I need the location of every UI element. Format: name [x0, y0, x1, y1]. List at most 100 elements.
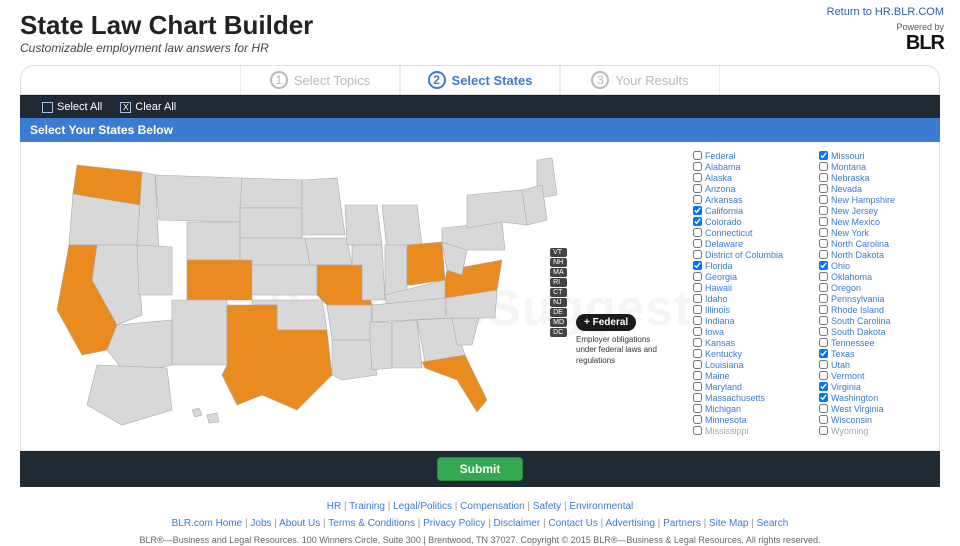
state-checkbox-row[interactable]: Texas — [819, 348, 933, 359]
state-checkbox[interactable] — [819, 195, 828, 204]
small-state-pill[interactable]: RI — [550, 278, 567, 287]
state-checkbox[interactable] — [819, 327, 828, 336]
state-checkbox[interactable] — [819, 283, 828, 292]
state-checkbox[interactable] — [819, 349, 828, 358]
state-checkbox[interactable] — [693, 349, 702, 358]
state-checkbox-row[interactable]: Oklahoma — [819, 271, 933, 282]
state-checkbox[interactable] — [819, 272, 828, 281]
state-checkbox[interactable] — [819, 382, 828, 391]
state-checkbox[interactable] — [693, 404, 702, 413]
state-checkbox-row[interactable]: Utah — [819, 359, 933, 370]
state-checkbox[interactable] — [819, 206, 828, 215]
state-checkbox-row[interactable]: Oregon — [819, 282, 933, 293]
state-checkbox-row[interactable]: Missouri — [819, 150, 933, 161]
step-your-results[interactable]: 3 Your Results — [560, 66, 720, 94]
state-checkbox[interactable] — [693, 195, 702, 204]
return-link[interactable]: Return to HR.BLR.COM — [827, 6, 944, 18]
state-checkbox[interactable] — [693, 250, 702, 259]
state-checkbox-row[interactable]: Alabama — [693, 161, 807, 172]
state-checkbox-row[interactable]: South Carolina — [819, 315, 933, 326]
state-checkbox-row[interactable]: Wisconsin — [819, 414, 933, 425]
state-checkbox[interactable] — [819, 294, 828, 303]
state-checkbox[interactable] — [693, 360, 702, 369]
footer-link[interactable]: Environmental — [569, 501, 633, 512]
clear-all-button[interactable]: XClear All — [120, 101, 176, 113]
state-checkbox[interactable] — [819, 426, 828, 435]
footer-link[interactable]: Terms & Conditions — [328, 518, 415, 529]
state-checkbox[interactable] — [819, 371, 828, 380]
state-checkbox[interactable] — [693, 151, 702, 160]
footer-link[interactable]: Jobs — [250, 518, 271, 529]
state-checkbox[interactable] — [819, 393, 828, 402]
state-checkbox-row[interactable]: New York — [819, 227, 933, 238]
footer-link[interactable]: Privacy Policy — [423, 518, 485, 529]
state-checkbox[interactable] — [819, 250, 828, 259]
state-checkbox[interactable] — [693, 371, 702, 380]
state-checkbox[interactable] — [693, 228, 702, 237]
state-checkbox[interactable] — [819, 184, 828, 193]
state-checkbox-row[interactable]: Illinois — [693, 304, 807, 315]
footer-link[interactable]: Advertising — [605, 518, 654, 529]
state-checkbox-row[interactable]: Louisiana — [693, 359, 807, 370]
state-checkbox-row[interactable]: Hawaii — [693, 282, 807, 293]
footer-link[interactable]: Legal/Politics — [393, 501, 452, 512]
state-checkbox-row[interactable]: Georgia — [693, 271, 807, 282]
state-checkbox-row[interactable]: Alaska — [693, 172, 807, 183]
state-checkbox[interactable] — [693, 272, 702, 281]
state-checkbox[interactable] — [693, 184, 702, 193]
state-checkbox[interactable] — [819, 338, 828, 347]
state-checkbox[interactable] — [819, 162, 828, 171]
footer-link[interactable]: About Us — [279, 518, 320, 529]
footer-link[interactable]: Site Map — [709, 518, 748, 529]
state-checkbox-row[interactable]: Kansas — [693, 337, 807, 348]
state-checkbox-row[interactable]: Florida — [693, 260, 807, 271]
footer-link[interactable]: Contact Us — [548, 518, 597, 529]
small-state-pill[interactable]: NJ — [550, 298, 567, 307]
small-state-pill[interactable]: DE — [550, 308, 567, 317]
state-checkbox-row[interactable]: Connecticut — [693, 227, 807, 238]
footer-link[interactable]: Search — [757, 518, 789, 529]
footer-link[interactable]: BLR.com Home — [172, 518, 243, 529]
state-checkbox-row[interactable]: Minnesota — [693, 414, 807, 425]
state-checkbox-row[interactable]: Indiana — [693, 315, 807, 326]
state-checkbox[interactable] — [693, 305, 702, 314]
state-checkbox-row[interactable]: Vermont — [819, 370, 933, 381]
step-select-states[interactable]: 2 Select States — [400, 66, 560, 94]
state-checkbox-row[interactable]: Nevada — [819, 183, 933, 194]
state-checkbox-row[interactable]: Massachusetts — [693, 392, 807, 403]
footer-link[interactable]: Partners — [663, 518, 701, 529]
step-select-topics[interactable]: 1 Select Topics — [240, 66, 400, 94]
state-checkbox[interactable] — [819, 151, 828, 160]
state-checkbox[interactable] — [819, 316, 828, 325]
state-checkbox-row[interactable]: Colorado — [693, 216, 807, 227]
small-state-pill[interactable]: NH — [550, 258, 567, 267]
small-state-pill[interactable]: MD — [550, 318, 567, 327]
state-checkbox-row[interactable]: West Virginia — [819, 403, 933, 414]
footer-link[interactable]: Compensation — [460, 501, 524, 512]
state-checkbox-row[interactable]: Iowa — [693, 326, 807, 337]
state-checkbox-row[interactable]: Nebraska — [819, 172, 933, 183]
state-checkbox-row[interactable]: Arkansas — [693, 194, 807, 205]
state-checkbox-row[interactable]: Mississippi — [693, 425, 807, 436]
state-checkbox-row[interactable]: Wyoming — [819, 425, 933, 436]
state-checkbox[interactable] — [693, 382, 702, 391]
state-checkbox[interactable] — [819, 239, 828, 248]
state-checkbox-row[interactable]: Maryland — [693, 381, 807, 392]
state-checkbox-row[interactable]: New Hampshire — [819, 194, 933, 205]
state-checkbox[interactable] — [819, 261, 828, 270]
state-checkbox-row[interactable]: New Jersey — [819, 205, 933, 216]
state-checkbox-row[interactable]: Federal — [693, 150, 807, 161]
footer-link[interactable]: Safety — [533, 501, 561, 512]
state-checkbox[interactable] — [693, 316, 702, 325]
state-checkbox-row[interactable]: Montana — [819, 161, 933, 172]
select-all-button[interactable]: Select All — [42, 101, 102, 113]
state-checkbox[interactable] — [819, 404, 828, 413]
state-checkbox[interactable] — [693, 162, 702, 171]
state-checkbox-row[interactable]: Delaware — [693, 238, 807, 249]
small-state-pill[interactable]: CT — [550, 288, 567, 297]
state-checkbox[interactable] — [693, 338, 702, 347]
add-federal-button[interactable]: + Federal — [576, 314, 636, 331]
state-checkbox[interactable] — [819, 217, 828, 226]
state-checkbox[interactable] — [819, 360, 828, 369]
footer-link[interactable]: Disclaimer — [494, 518, 541, 529]
